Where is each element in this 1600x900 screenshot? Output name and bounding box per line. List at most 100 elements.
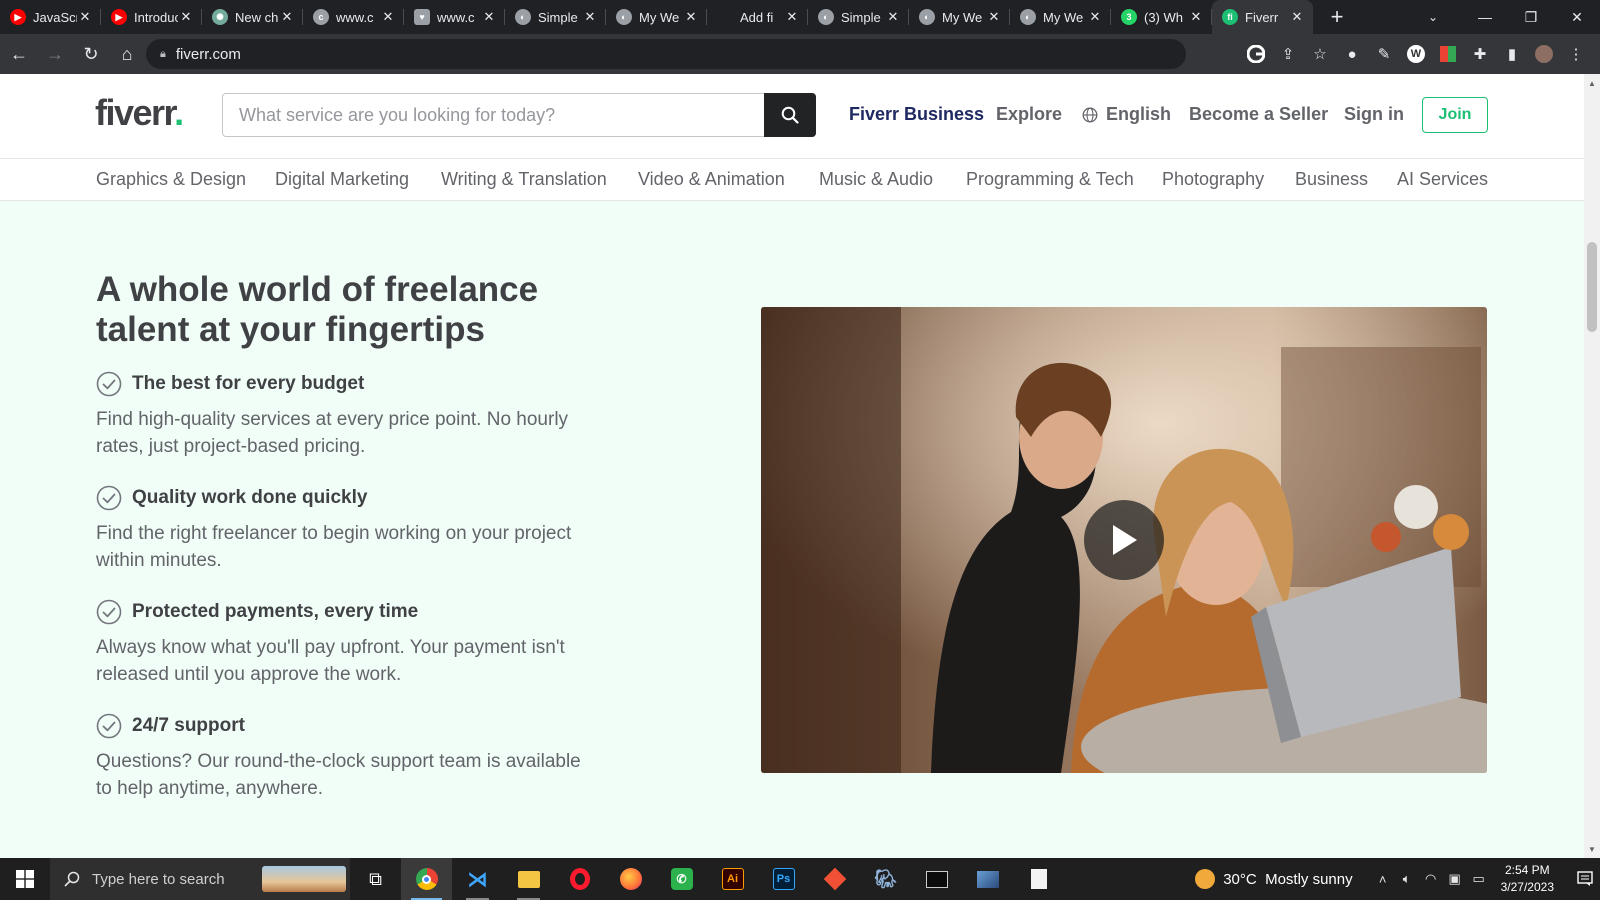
category-video-animation[interactable]: Video & Animation [638,169,785,190]
weather-widget[interactable]: 30°C Mostly sunny [1195,869,1353,889]
git-icon[interactable] [809,858,860,900]
feature-description: Find high-quality services at every pric… [96,409,569,457]
task-view-icon[interactable]: ⧉ [350,858,401,900]
close-icon[interactable]: ✕ [178,9,194,25]
photoshop-icon[interactable]: Ps [758,858,809,900]
taskbar-search[interactable]: Type here to search [50,858,350,900]
phone-app-icon[interactable]: ✆ [656,858,707,900]
notepad-icon[interactable] [1013,858,1064,900]
menu-kebab-icon[interactable]: ⋮ [1560,39,1592,69]
category-photography[interactable]: Photography [1162,169,1264,190]
close-icon[interactable]: ✕ [1289,9,1305,25]
close-icon[interactable]: ✕ [784,9,800,25]
close-icon[interactable]: ✕ [279,9,295,25]
clock[interactable]: 2:54 PM 3/27/2023 [1501,862,1554,896]
notification-center-icon[interactable] [1570,858,1600,900]
battery-icon[interactable]: ▭ [1467,871,1491,887]
category-graphics-design[interactable]: Graphics & Design [96,169,246,190]
chrome-icon[interactable] [401,858,452,900]
category-digital-marketing[interactable]: Digital Marketing [275,169,409,190]
avatar[interactable] [1528,39,1560,69]
close-icon[interactable]: ✕ [380,9,396,25]
close-icon[interactable]: ✕ [582,9,598,25]
close-icon[interactable]: ✕ [77,9,93,25]
close-icon[interactable]: ✕ [885,9,901,25]
browser-tab[interactable]: 3 (3) Wh ✕ [1111,0,1212,34]
wifi-icon[interactable]: ◠ [1419,871,1443,887]
close-icon[interactable]: ✕ [1087,9,1103,25]
extension-icon[interactable]: ● [1336,39,1368,69]
page-scrollbar[interactable]: ▲ ▼ [1584,74,1600,858]
category-programming-tech[interactable]: Programming & Tech [966,169,1134,190]
restore-icon[interactable]: ❐ [1508,0,1554,34]
lock-icon[interactable]: 🔒︎ [160,48,166,61]
tab-search-icon[interactable]: ⌄ [1416,0,1450,34]
chevron-up-icon[interactable]: ˄ [1371,872,1395,887]
video-player[interactable] [761,307,1487,773]
fiverr-business-link[interactable]: Fiverr Business [849,104,984,125]
snipping-tool-icon[interactable] [962,858,1013,900]
language-selector[interactable]: English [1082,104,1171,125]
play-button[interactable] [1084,500,1164,580]
browser-tab[interactable]: ◐ Simple ✕ [505,0,606,34]
address-bar[interactable]: 🔒︎ fiverr.com [146,39,1186,69]
illustrator-icon[interactable]: Ai [707,858,758,900]
scroll-up-icon[interactable]: ▲ [1584,76,1600,90]
search-highlight-image [262,866,346,892]
puzzle-icon[interactable]: ✚ [1464,39,1496,69]
bookmark-star-icon[interactable]: ☆ [1304,39,1336,69]
close-icon[interactable]: ✕ [986,9,1002,25]
browser-tab[interactable]: ◐ My We ✕ [606,0,707,34]
become-seller-link[interactable]: Become a Seller [1189,104,1328,125]
close-icon[interactable]: ✕ [683,9,699,25]
category-music-audio[interactable]: Music & Audio [819,169,933,190]
device-icon[interactable]: ▣ [1443,871,1467,887]
category-ai-services[interactable]: AI Services [1397,169,1488,190]
forward-icon[interactable]: → [38,37,72,71]
browser-tab[interactable]: ◐ Simple ✕ [808,0,909,34]
firefox-icon[interactable] [605,858,656,900]
browser-tab-active[interactable]: fi Fiverr ✕ [1212,0,1313,34]
google-icon[interactable] [1240,39,1272,69]
sign-in-link[interactable]: Sign in [1344,104,1404,125]
vscode-icon[interactable]: ⋊ [452,858,503,900]
tab-title: Simple [841,9,881,25]
browser-tab[interactable]: ♥ www.c ✕ [404,0,505,34]
scroll-down-icon[interactable]: ▼ [1584,842,1600,856]
opera-icon[interactable] [554,858,605,900]
pen-extension-icon[interactable]: ✎ [1368,39,1400,69]
close-icon[interactable]: ✕ [1188,9,1204,25]
scroll-thumb[interactable] [1587,242,1597,332]
side-panel-icon[interactable]: ▮ [1496,39,1528,69]
postgresql-icon[interactable]: 🐘︎ [860,858,911,900]
file-explorer-icon[interactable] [503,858,554,900]
close-icon[interactable]: ✕ [481,9,497,25]
explore-link[interactable]: Explore [996,104,1062,125]
join-button[interactable]: Join [1422,97,1488,133]
browser-tab[interactable]: Add fi ✕ [707,0,808,34]
home-icon[interactable]: ⌂ [110,37,144,71]
wordpress-icon[interactable]: W [1400,39,1432,69]
browser-tab[interactable]: ◐ My We ✕ [1010,0,1111,34]
reload-icon[interactable]: ↻ [74,37,108,71]
browser-tab[interactable]: ◐ My We ✕ [909,0,1010,34]
windows-start-button[interactable] [0,858,50,900]
minimize-icon[interactable]: — [1462,0,1508,34]
search-button[interactable] [764,93,816,137]
category-business[interactable]: Business [1295,169,1368,190]
browser-tab[interactable]: ▶ JavaScript✕ [0,0,101,34]
color-extension-icon[interactable] [1432,39,1464,69]
terminal-icon[interactable] [911,858,962,900]
share-icon[interactable]: ⇪ [1272,39,1304,69]
search-input[interactable] [223,94,764,136]
category-writing-translation[interactable]: Writing & Translation [441,169,607,190]
feature-item: Protected payments, every time Always kn… [96,599,586,688]
browser-tab[interactable]: ▶ Introduction✕ [101,0,202,34]
browser-tab[interactable]: c www.c ✕ [303,0,404,34]
new-tab-button[interactable]: + [1323,3,1351,31]
back-icon[interactable]: ← [2,37,36,71]
fiverr-logo[interactable]: fiverr. [95,92,184,134]
browser-tab[interactable]: ✺ New chat✕ [202,0,303,34]
volume-icon[interactable]: 🔈︎ [1395,871,1419,887]
close-window-icon[interactable]: ✕ [1554,0,1600,34]
